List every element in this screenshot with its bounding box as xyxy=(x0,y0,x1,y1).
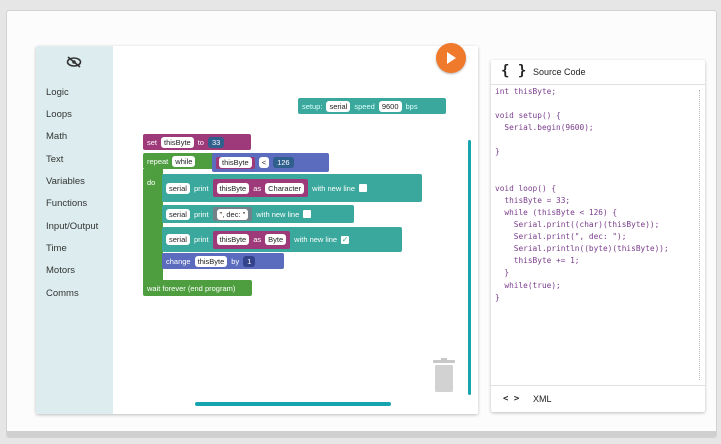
setup-speed-value[interactable]: 9600 xyxy=(378,100,402,112)
braces-icon[interactable]: { } xyxy=(501,63,526,79)
code-line: } xyxy=(495,268,510,278)
run-button[interactable] xyxy=(436,43,466,73)
print3-var-dropdown[interactable]: thisByte xyxy=(216,234,250,245)
source-code-text: int thisByte; void setup() { Serial.begin… xyxy=(495,86,669,304)
print1-newline-checkbox[interactable] xyxy=(359,184,368,192)
setup-label: setup: xyxy=(302,101,323,111)
setup-block[interactable]: setup: serial speed 9600 bps xyxy=(298,98,446,114)
wait-label: wait forever (end program) xyxy=(147,283,236,293)
toolbox-item-math[interactable]: Math xyxy=(46,131,67,142)
toolbox-item-time[interactable]: Time xyxy=(46,243,67,254)
compare-block[interactable]: thisByte < 126 xyxy=(212,153,329,172)
setup-speed-label: speed xyxy=(354,101,375,111)
xml-footer: < > XML xyxy=(491,385,705,412)
code-line: thisByte += 1; xyxy=(495,256,580,266)
toolbox-item-comms[interactable]: Comms xyxy=(46,288,79,299)
code-line: while(true); xyxy=(495,280,561,290)
serial-print-block-3[interactable]: serial print thisByte as Byte with new l… xyxy=(162,227,402,252)
print3-newline-label: with new line xyxy=(294,235,338,244)
toolbox-item-motors[interactable]: Motors xyxy=(46,265,75,276)
print2-newline-checkbox[interactable] xyxy=(303,210,312,218)
page-bottom-edge xyxy=(7,431,716,437)
change-value[interactable]: 1 xyxy=(243,255,256,267)
code-line: Serial.print((char)(thisByte)); xyxy=(495,220,660,230)
set-to-label: to xyxy=(197,137,204,147)
setup-unit-label: bps xyxy=(405,101,418,111)
code-scrollbar[interactable] xyxy=(699,90,701,380)
compare-var-dropdown[interactable]: thisByte xyxy=(219,157,252,168)
print3-cast-block[interactable]: thisByte as Byte xyxy=(212,230,291,249)
play-icon xyxy=(447,52,456,64)
code-line: } xyxy=(495,292,500,302)
print2-text-value[interactable]: ", dec: " xyxy=(216,208,249,220)
compare-value[interactable]: 126 xyxy=(273,157,294,168)
toolbox-item-variables[interactable]: Variables xyxy=(46,176,85,187)
compare-operator-dropdown[interactable]: < xyxy=(258,157,270,168)
change-by-label: by xyxy=(231,256,240,266)
change-variable-block[interactable]: change thisByte by 1 xyxy=(162,253,284,269)
code-line: void setup() { xyxy=(495,111,561,121)
trash-icon[interactable] xyxy=(432,358,456,392)
print1-newline-label: with new line xyxy=(312,183,356,193)
xml-tab[interactable]: XML xyxy=(533,394,552,404)
print1-serial-dropdown[interactable]: serial xyxy=(166,182,190,194)
serial-print-block-1[interactable]: serial print thisByte as Character with … xyxy=(162,174,422,202)
code-line: Serial.begin(9600); xyxy=(495,123,594,133)
serial-print-block-2[interactable]: serial print ", dec: " with new line xyxy=(162,205,354,223)
repeat-block[interactable]: repeat while xyxy=(143,153,220,169)
repeat-label: repeat xyxy=(147,156,169,166)
code-line: } xyxy=(495,147,500,157)
print3-newline-checkbox[interactable]: ✓ xyxy=(341,235,350,244)
toolbox-item-text[interactable]: Text xyxy=(46,154,63,165)
source-code-header: { } Source Code xyxy=(491,60,705,85)
print3-as-label: as xyxy=(253,235,262,244)
do-label: do xyxy=(147,178,156,187)
print3-label: print xyxy=(193,235,209,244)
compare-var-block[interactable]: thisByte xyxy=(216,156,255,169)
print1-as-label: as xyxy=(253,183,262,193)
set-label: set xyxy=(147,137,158,147)
code-line: int thisByte; xyxy=(495,87,557,96)
set-value[interactable]: 33 xyxy=(207,136,225,148)
print1-type-dropdown[interactable]: Character xyxy=(265,182,305,194)
code-line: void loop() { xyxy=(495,183,557,193)
change-label: change xyxy=(166,256,191,266)
set-variable-block[interactable]: set thisByte to 33 xyxy=(143,134,251,150)
code-line: while (thisByte < 126) { xyxy=(495,207,618,217)
toolbox-item-loops[interactable]: Loops xyxy=(46,109,72,120)
wait-forever-block[interactable]: wait forever (end program) xyxy=(143,280,252,296)
source-code-tab[interactable]: Source Code xyxy=(533,67,586,77)
workspace-vertical-scrollbar[interactable] xyxy=(468,140,471,395)
print2-newline-label: with new line xyxy=(256,209,300,219)
code-line: Serial.print(", dec: "); xyxy=(495,232,627,242)
code-line: thisByte = 33; xyxy=(495,195,571,205)
print1-var-dropdown[interactable]: thisByte xyxy=(216,182,250,194)
print3-type-dropdown[interactable]: Byte xyxy=(265,234,287,245)
repeat-mode-dropdown[interactable]: while xyxy=(172,155,196,167)
print2-serial-dropdown[interactable]: serial xyxy=(166,208,190,220)
print3-serial-dropdown[interactable]: serial xyxy=(166,234,190,245)
source-code-panel: { } Source Code int thisByte; void setup(… xyxy=(491,60,705,412)
toolbox-item-input-output[interactable]: Input/Output xyxy=(46,221,98,232)
toolbox-item-functions[interactable]: Functions xyxy=(46,198,87,209)
setup-serial-dropdown[interactable]: serial xyxy=(326,100,351,112)
eye-off-icon[interactable] xyxy=(66,56,82,68)
print2-text-block[interactable]: ", dec: " xyxy=(212,207,253,221)
set-var-dropdown[interactable]: thisByte xyxy=(161,136,194,148)
change-var-dropdown[interactable]: thisByte xyxy=(194,255,228,267)
code-brackets-icon[interactable]: < > xyxy=(503,394,519,404)
toolbox-item-logic[interactable]: Logic xyxy=(46,87,69,98)
print2-label: print xyxy=(193,209,209,219)
toolbox: Logic Loops Math Text Variables Function… xyxy=(36,46,113,414)
print1-label: print xyxy=(193,183,209,193)
workspace-horizontal-scrollbar[interactable] xyxy=(195,402,391,406)
code-line: Serial.println((byte)(thisByte)); xyxy=(495,244,669,254)
print1-cast-block[interactable]: thisByte as Character xyxy=(212,179,309,197)
